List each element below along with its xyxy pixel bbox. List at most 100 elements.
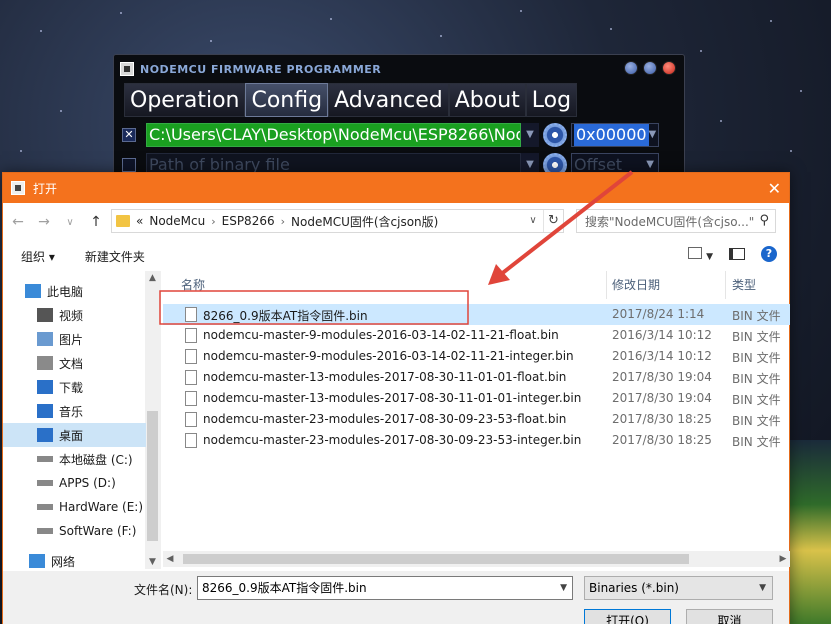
row1-checkbox[interactable]: ✕ (122, 128, 136, 142)
filetype-select[interactable]: Binaries (*.bin) ▼ (584, 576, 773, 600)
forward-arrow-icon[interactable]: → (33, 214, 55, 230)
drive-icon (37, 480, 53, 486)
open-button[interactable]: 打开(O) (584, 609, 671, 624)
file-row[interactable]: 8266_0.9版本AT指令固件.bin 2017/8/24 1:14 BIN 文件 (163, 304, 790, 325)
tab-log[interactable]: Log (525, 83, 578, 117)
search-input[interactable]: 搜索"NodeMCU固件(含cjso..." ⚲ (576, 209, 776, 233)
file-icon (185, 433, 197, 448)
sidebar-item[interactable]: HardWare (E:) (3, 495, 146, 519)
new-folder-button[interactable]: 新建文件夹 (85, 248, 145, 265)
column-header-date[interactable]: 修改日期 (612, 271, 660, 299)
scroll-left-icon[interactable]: ◀ (163, 551, 177, 567)
up-arrow-icon[interactable]: ↑ (85, 214, 107, 230)
document-icon (37, 356, 53, 370)
file-name: nodemcu-master-9-modules-2016-03-14-02-1… (203, 349, 574, 363)
sidebar-item[interactable]: 文档 (3, 351, 146, 375)
horizontal-scroll-thumb[interactable] (183, 554, 689, 564)
recent-locations-icon[interactable]: ∨ (59, 217, 81, 228)
column-divider[interactable] (725, 271, 726, 299)
chevron-down-icon[interactable]: ∨ (523, 210, 543, 232)
row1-path-field[interactable]: C:\Users\CLAY\Desktop\NodeMcu\ESP8266\No… (146, 123, 521, 147)
sidebar-item[interactable]: 本地磁盘 (C:) (3, 447, 146, 471)
sidebar-item[interactable]: 桌面 (3, 423, 146, 447)
scroll-right-icon[interactable]: ▶ (776, 551, 790, 567)
dialog-toolbar: 组织 ▾ 新建文件夹 ▼ ? (3, 241, 789, 271)
sidebar-item[interactable]: 音乐 (3, 399, 146, 423)
file-date: 2017/8/30 18:25 (612, 412, 712, 426)
file-row[interactable]: nodemcu-master-23-modules-2017-08-30-09-… (163, 430, 790, 451)
sidebar-item-label: 此电脑 (47, 284, 84, 299)
sidebar-item[interactable]: 下载 (3, 375, 146, 399)
list-view-icon (688, 246, 703, 259)
filename-label: 文件名(N): (134, 583, 193, 597)
help-icon[interactable]: ? (761, 246, 777, 262)
computer-icon (25, 284, 41, 298)
preview-pane-icon[interactable] (729, 248, 745, 260)
sidebar-item[interactable]: SoftWare (F:) (3, 519, 146, 543)
maximize-icon[interactable] (643, 61, 657, 75)
sidebar-item-label: 网络 (51, 554, 76, 569)
file-name: nodemcu-master-13-modules-2017-08-30-11-… (203, 370, 567, 384)
gear-icon[interactable] (543, 123, 567, 147)
config-row-1: ✕ C:\Users\CLAY\Desktop\NodeMcu\ESP8266\… (122, 123, 659, 147)
scroll-up-icon[interactable]: ▲ (145, 273, 160, 283)
sidebar-item[interactable]: 视频 (3, 303, 146, 327)
chevron-down-icon: ▼ (759, 583, 766, 593)
breadcrumb-overflow[interactable]: « (136, 214, 143, 228)
back-arrow-icon[interactable]: ← (7, 214, 29, 230)
file-row[interactable]: nodemcu-master-13-modules-2017-08-30-11-… (163, 367, 790, 388)
tab-config[interactable]: Config (245, 83, 329, 117)
sidebar-item[interactable]: 图片 (3, 327, 146, 351)
breadcrumb-current-folder[interactable]: NodeMCU固件(含cjson版) (291, 213, 438, 230)
organize-button[interactable]: 组织 ▾ (21, 248, 55, 265)
chevron-down-icon[interactable]: ▼ (560, 577, 567, 599)
file-name: nodemcu-master-13-modules-2017-08-30-11-… (203, 391, 582, 405)
minimize-icon[interactable] (624, 61, 638, 75)
file-date: 2016/3/14 10:12 (612, 349, 712, 363)
file-type: BIN 文件 (732, 351, 781, 365)
sidebar-item-label: 本地磁盘 (C:) (59, 452, 133, 467)
breadcrumb-nodemcu[interactable]: NodeMcu (149, 214, 205, 228)
dialog-title: 打开 (33, 181, 58, 196)
address-bar[interactable]: « NodeMcu › ESP8266 › NodeMCU固件(含cjson版)… (111, 209, 564, 233)
desktop-icon (37, 428, 53, 442)
row1-offset-field[interactable]: 0x00000 ▼ (571, 123, 659, 147)
file-name: nodemcu-master-23-modules-2017-08-30-09-… (203, 433, 582, 447)
file-row[interactable]: nodemcu-master-23-modules-2017-08-30-09-… (163, 409, 790, 430)
nodemcu-title: NODEMCU FIRMWARE PROGRAMMER (140, 62, 382, 76)
sidebar-item[interactable]: APPS (D:) (3, 471, 146, 495)
refresh-icon[interactable]: ↻ (543, 210, 563, 232)
cancel-button[interactable]: 取消 (686, 609, 773, 624)
file-date: 2017/8/30 18:25 (612, 433, 712, 447)
sidebar-item[interactable]: 此电脑 (3, 279, 146, 303)
tab-about[interactable]: About (448, 83, 526, 117)
open-file-dialog: 打开 ✕ ← → ∨ ↑ « NodeMcu › ESP8266 › NodeM… (2, 172, 790, 624)
file-row[interactable]: nodemcu-master-9-modules-2016-03-14-02-1… (163, 325, 790, 346)
view-options-button[interactable]: ▼ (688, 246, 713, 262)
scroll-down-icon[interactable]: ▼ (145, 557, 160, 567)
breadcrumb-esp8266[interactable]: ESP8266 (222, 214, 275, 228)
chevron-down-icon[interactable]: ▼ (521, 123, 539, 147)
column-divider[interactable] (606, 271, 607, 299)
column-header-type[interactable]: 类型 (732, 271, 756, 299)
app-icon (11, 181, 25, 195)
sidebar-item[interactable]: 网络 (3, 549, 146, 569)
filename-input[interactable]: 8266_0.9版本AT指令固件.bin ▼ (197, 576, 573, 600)
download-icon (37, 380, 53, 394)
column-header-name[interactable]: 名称 (181, 271, 205, 299)
close-icon[interactable] (662, 61, 676, 75)
row2-checkbox[interactable] (122, 158, 136, 172)
file-type: BIN 文件 (732, 414, 781, 428)
close-icon[interactable]: ✕ (768, 179, 781, 198)
search-icon[interactable]: ⚲ (759, 213, 769, 228)
chevron-down-icon[interactable]: ▼ (649, 124, 661, 146)
file-row[interactable]: nodemcu-master-13-modules-2017-08-30-11-… (163, 388, 790, 409)
file-row[interactable]: nodemcu-master-9-modules-2016-03-14-02-1… (163, 346, 790, 367)
tab-operation[interactable]: Operation (124, 83, 246, 117)
horizontal-scrollbar[interactable]: ◀ ▶ (163, 551, 790, 567)
sidebar-scroll-thumb[interactable] (147, 411, 158, 541)
network-icon (29, 554, 45, 568)
sidebar-scrollbar[interactable]: ▲ ▼ (145, 271, 160, 569)
tab-advanced[interactable]: Advanced (328, 83, 449, 117)
sidebar-item-label: 桌面 (59, 428, 84, 443)
